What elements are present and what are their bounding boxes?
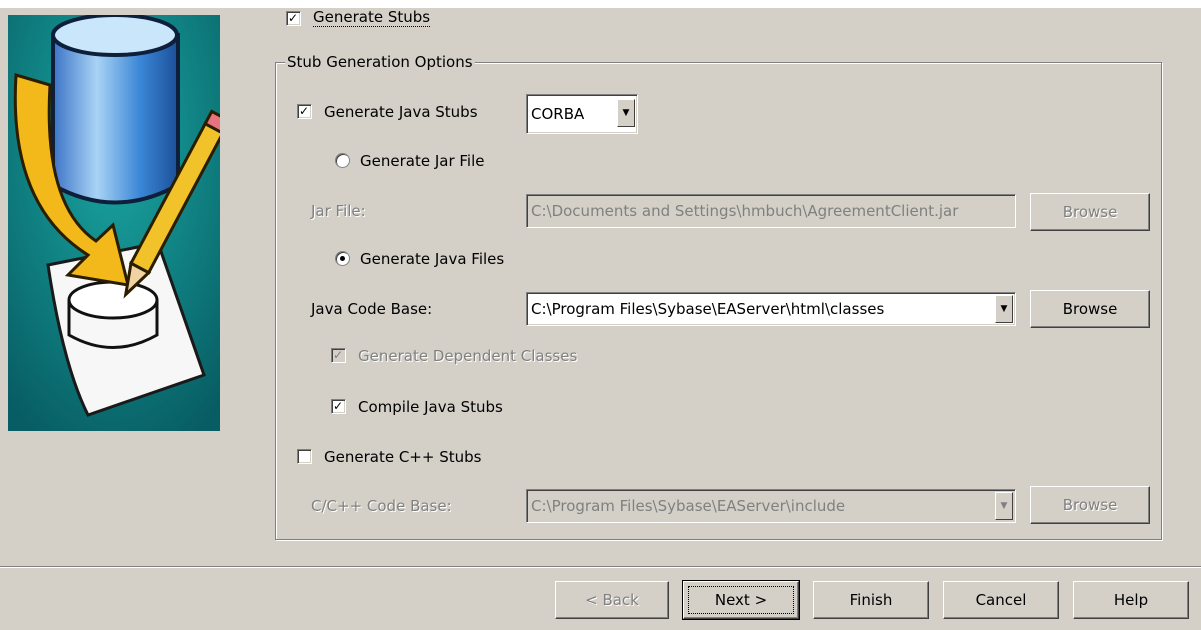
cancel-button[interactable]: Cancel <box>943 581 1059 619</box>
jar-browse-button[interactable]: Browse <box>1030 193 1150 231</box>
generate-java-stubs-label[interactable]: Generate Java Stubs <box>324 102 478 122</box>
radio-selected-icon <box>340 256 345 261</box>
compile-java-stubs-checkbox[interactable]: ✓ <box>331 399 346 414</box>
cpp-browse-button[interactable]: Browse <box>1030 486 1150 524</box>
chevron-down-icon[interactable]: ▼ <box>995 492 1013 520</box>
java-browse-button[interactable]: Browse <box>1030 290 1150 328</box>
generate-cpp-stubs-checkbox[interactable] <box>297 449 312 464</box>
check-icon: ✓ <box>288 11 299 25</box>
cpp-code-base-label: C/C++ Code Base: <box>311 497 452 515</box>
check-icon: ✓ <box>333 348 344 362</box>
generate-java-files-radio[interactable] <box>335 251 350 266</box>
compile-java-stubs-label[interactable]: Compile Java Stubs <box>358 397 503 417</box>
generate-jar-file-label[interactable]: Generate Jar File <box>360 151 484 171</box>
check-icon: ✓ <box>299 104 310 118</box>
jar-file-label: Jar File: <box>311 202 366 220</box>
finish-button[interactable]: Finish <box>813 581 929 619</box>
cpp-code-base-value: C:\Program Files\Sybase\EAServer\include <box>531 497 846 515</box>
generate-jar-file-radio[interactable] <box>335 153 350 168</box>
generate-cpp-stubs-label[interactable]: Generate C++ Stubs <box>324 447 481 467</box>
jar-file-input[interactable]: C:\Documents and Settings\hmbuch\Agreeme… <box>526 194 1016 228</box>
stub-generation-dialog: ✓ Generate Stubs Stub Generation Options… <box>0 8 1201 630</box>
generate-java-files-label[interactable]: Generate Java Files <box>360 249 504 269</box>
footer-separator <box>0 566 1201 568</box>
help-button[interactable]: Help <box>1073 581 1189 619</box>
generate-dependent-classes-label[interactable]: Generate Dependent Classes <box>358 346 577 366</box>
stub-protocol-value: CORBA <box>531 105 585 123</box>
wizard-database-pencil-icon <box>8 15 220 431</box>
stub-protocol-select[interactable]: CORBA ▼ <box>526 94 638 134</box>
focus-ring <box>688 586 794 614</box>
group-title: Stub Generation Options <box>285 52 475 72</box>
java-code-base-value: C:\Program Files\Sybase\EAServer\html\cl… <box>531 300 885 318</box>
cpp-code-base-select[interactable]: C:\Program Files\Sybase\EAServer\include… <box>526 489 1016 523</box>
java-code-base-select[interactable]: C:\Program Files\Sybase\EAServer\html\cl… <box>526 292 1016 326</box>
chevron-down-icon[interactable]: ▼ <box>995 295 1013 323</box>
generate-java-stubs-checkbox[interactable]: ✓ <box>297 104 312 119</box>
back-button[interactable]: < Back <box>555 581 669 619</box>
check-icon: ✓ <box>333 399 344 413</box>
generate-stubs-label[interactable]: Generate Stubs <box>313 8 431 27</box>
java-code-base-label: Java Code Base: <box>311 300 433 318</box>
generate-stubs-checkbox[interactable]: ✓ <box>286 11 301 26</box>
generate-dependent-classes-checkbox[interactable]: ✓ <box>331 348 346 363</box>
chevron-down-icon[interactable]: ▼ <box>617 99 635 127</box>
next-button[interactable]: Next > <box>682 580 800 620</box>
